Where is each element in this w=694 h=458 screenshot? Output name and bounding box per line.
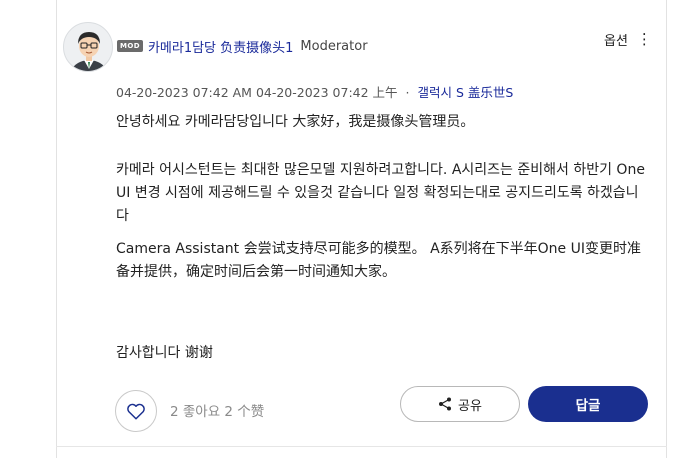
- edited-timestamp: 04-20-2023 07:42 上午: [255, 85, 398, 100]
- mod-badge: MOD: [117, 40, 143, 52]
- post-body-korean: 카메라 어시스턴트는 최대한 많은모델 지원하려고합니다. A시리즈는 준비해서…: [116, 162, 645, 224]
- kebab-menu-icon: ⋮: [636, 30, 652, 48]
- post-body-thanks: 감사합니다 谢谢: [116, 345, 213, 361]
- post-card: MOD 카메라1담당 负责摄像头1 Moderator 옵션 ⋮ 04-20-2…: [0, 0, 694, 458]
- left-divider: [56, 0, 57, 458]
- post-meta: 04-20-2023 07:42 AM 04-20-2023 07:42 上午 …: [116, 82, 513, 101]
- share-label: 공유: [458, 398, 482, 414]
- meta-separator: ·: [405, 85, 410, 100]
- right-divider: [666, 0, 667, 458]
- post-body-greeting: 안녕하세요 카메라담당입니다 大家好，我是摄像头管理员。: [116, 114, 475, 130]
- reply-button[interactable]: 답글: [528, 386, 648, 422]
- bottom-divider: [56, 446, 667, 447]
- options-menu-button[interactable]: 옵션 ⋮: [604, 30, 652, 50]
- author-role: Moderator: [300, 38, 368, 54]
- reply-label: 답글: [575, 398, 601, 414]
- share-icon: [439, 397, 452, 411]
- heart-icon: [127, 403, 145, 420]
- device-tag-link[interactable]: 갤럭시 S: [418, 85, 464, 100]
- author-name-link[interactable]: 카메라1담당 负责摄像头1: [148, 37, 293, 56]
- like-count: 2 좋아요 2 个赞: [170, 404, 265, 420]
- share-button[interactable]: 공유: [400, 386, 520, 422]
- avatar-illustration-icon: [70, 32, 108, 71]
- device-tag-cn-link[interactable]: 盖乐世S: [468, 85, 513, 100]
- post-body-chinese: Camera Assistant 会尝试支持尽可能多的模型。 A系列将在下半年O…: [116, 241, 641, 280]
- avatar[interactable]: [63, 22, 113, 72]
- options-label: 옵션: [604, 34, 628, 49]
- like-button[interactable]: [115, 390, 157, 432]
- created-timestamp: 04-20-2023 07:42 AM: [116, 85, 252, 100]
- author-row: MOD 카메라1담당 负责摄像头1 Moderator: [117, 36, 368, 56]
